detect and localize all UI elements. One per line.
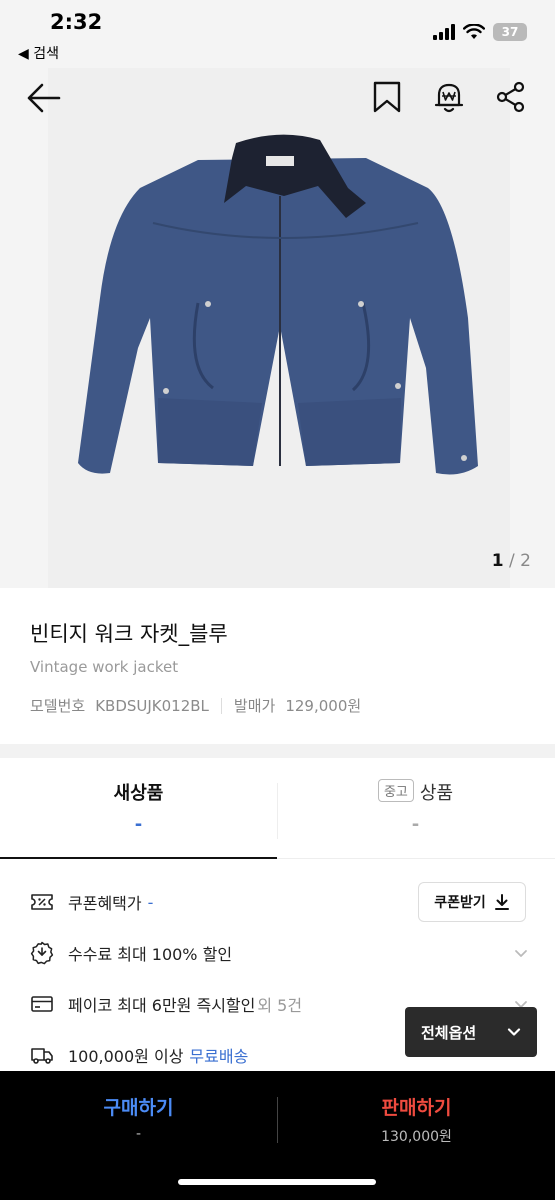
product-info: 빈티지 워크 자켓_블루 Vintage work jacket 모델번호 KB…	[0, 588, 555, 744]
buy-button[interactable]: 구매하기 -	[0, 1093, 277, 1142]
product-meta: 모델번호 KBDSUJK012BL 발매가 129,000원	[30, 695, 361, 716]
chevron-down-icon	[507, 1028, 521, 1036]
tab-divider	[277, 783, 278, 839]
tab-used-label-row: 중고 상품	[277, 779, 554, 805]
status-time: 2:32	[50, 10, 103, 34]
used-badge: 중고	[377, 779, 414, 802]
page-total: 2	[520, 551, 531, 571]
buy-label: 구매하기	[103, 1097, 174, 1119]
meta-divider	[220, 697, 222, 714]
tab-used-price: -	[411, 814, 420, 835]
status-icons: 37	[433, 23, 527, 41]
share-icon	[496, 81, 525, 113]
sell-price: 130,000원	[381, 1129, 452, 1145]
product-subtitle: Vintage work jacket	[30, 658, 179, 676]
sell-button[interactable]: 판매하기 130,000원	[278, 1093, 555, 1146]
chevron-down-icon	[515, 950, 527, 957]
delivery-truck-icon	[31, 1048, 53, 1064]
arrow-left-icon	[27, 83, 61, 113]
home-indicator[interactable]	[178, 1179, 376, 1185]
back-to-search-link[interactable]: ◀ 검색	[18, 43, 59, 63]
shipping-label: 100,000원 이상	[68, 1047, 184, 1066]
tab-new-product[interactable]: 새상품 -	[0, 758, 277, 859]
tab-used-label: 상품	[419, 783, 454, 804]
bookmark-button[interactable]	[371, 80, 403, 114]
release-price-label: 발매가	[233, 697, 276, 715]
download-icon	[494, 894, 509, 910]
status-bar: 2:32 ◀ 검색 37	[0, 0, 555, 68]
section-divider	[0, 744, 555, 758]
release-price-value: 129,000원	[285, 697, 362, 715]
all-options-label: 전체옵션	[421, 1023, 477, 1042]
wifi-icon	[463, 24, 485, 39]
tab-new-price: -	[134, 814, 143, 835]
coupon-price-label: 쿠폰혜택가	[68, 894, 142, 913]
page-current: 1	[491, 551, 504, 571]
coupon-icon	[31, 894, 53, 910]
tab-used-product[interactable]: 중고 상품 -	[277, 758, 554, 858]
price-alert-button[interactable]	[433, 80, 465, 114]
image-gallery[interactable]: 1 / 2	[0, 68, 555, 588]
product-photo[interactable]	[48, 68, 510, 588]
top-nav-actions	[371, 80, 527, 114]
sell-label: 판매하기	[381, 1097, 452, 1119]
bell-won-icon	[434, 83, 464, 113]
free-shipping-label: 무료배송	[189, 1047, 249, 1066]
share-button[interactable]	[495, 80, 527, 114]
tab-new-label: 새상품	[113, 783, 164, 804]
model-number-value: KBDSUJK012BL	[95, 696, 209, 715]
signal-icon	[433, 24, 455, 40]
bookmark-icon	[373, 81, 401, 113]
back-button[interactable]	[26, 82, 62, 114]
battery-icon: 37	[493, 23, 527, 41]
fee-discount-label: 수수료 최대 100% 할인	[68, 945, 233, 964]
buy-price: -	[135, 1126, 142, 1142]
card-discount-label: 페이코 최대 6만원 즉시할인	[68, 996, 256, 1015]
page-indicator: 1 / 2	[492, 551, 531, 571]
get-coupon-label: 쿠폰받기	[434, 895, 486, 911]
coupon-price-value: -	[147, 892, 154, 912]
product-title: 빈티지 워크 자켓_블루	[30, 622, 228, 646]
all-options-button[interactable]: 전체옵션	[405, 1007, 537, 1057]
active-tab-underline	[0, 857, 277, 859]
card-icon	[31, 996, 53, 1012]
get-coupon-button[interactable]: 쿠폰받기	[418, 882, 526, 922]
page-separator: /	[503, 551, 521, 571]
card-discount-extra: 외 5건	[257, 996, 303, 1015]
fee-discount-row[interactable]: 수수료 최대 100% 할인	[30, 938, 530, 968]
model-number-label: 모델번호	[30, 697, 86, 715]
discount-badge-icon	[30, 941, 54, 965]
